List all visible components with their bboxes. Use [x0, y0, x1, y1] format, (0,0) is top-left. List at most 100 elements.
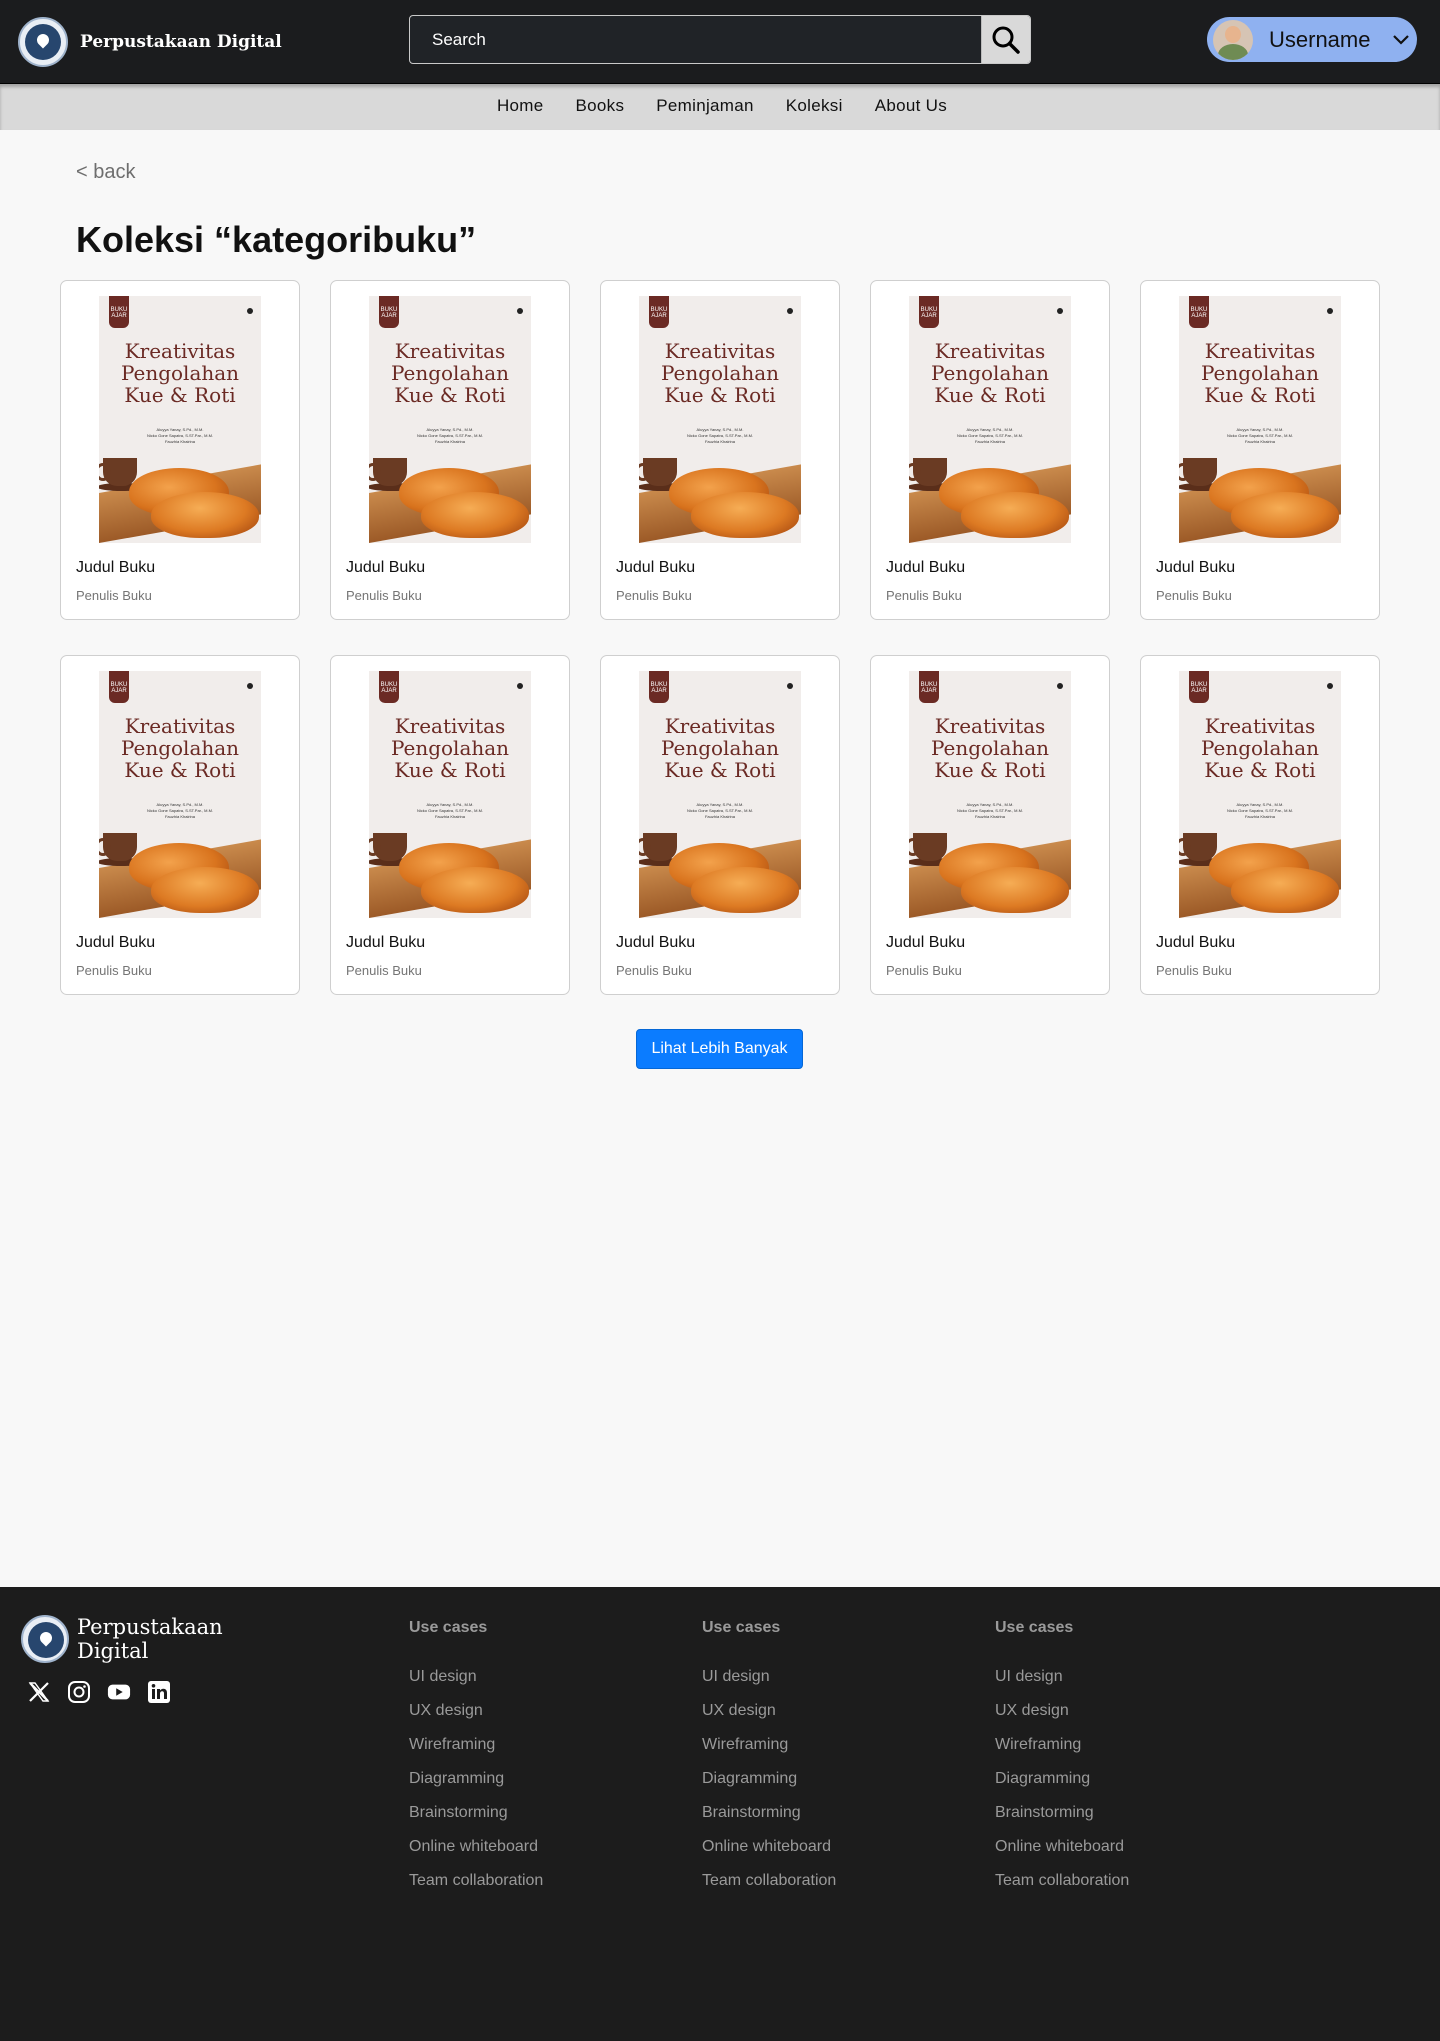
book-cover-image: BUKU AJAR Kreativitas Pengolahan Kue & Ro… [639, 671, 801, 918]
footer-link[interactable]: Team collaboration [702, 1872, 836, 1906]
search-button[interactable] [981, 16, 1030, 63]
nav-books[interactable]: Books [576, 96, 625, 116]
book-card[interactable]: BUKU AJAR Kreativitas Pengolahan Kue & Ro… [1140, 280, 1380, 620]
book-title: Judul Buku [616, 934, 696, 951]
footer-link[interactable]: Wireframing [995, 1736, 1129, 1770]
cover-authors: Aluyya Yanay, S.Pd., M.M. Nicko Gone Sap… [686, 802, 754, 819]
footer-link[interactable]: UX design [995, 1702, 1129, 1736]
footer-link[interactable]: Wireframing [409, 1736, 543, 1770]
book-title: Judul Buku [76, 559, 156, 576]
book-title: Judul Buku [1156, 559, 1236, 576]
book-title: Judul Buku [886, 559, 966, 576]
social-links [27, 1680, 171, 1704]
footer-column-2: Use cases UI design UX design Wireframin… [702, 1619, 836, 1906]
book-title: Judul Buku [616, 559, 696, 576]
footer-link[interactable]: Brainstorming [702, 1804, 836, 1838]
book-cover-image: BUKU AJAR Kreativitas Pengolahan Kue & Ro… [99, 296, 261, 543]
book-title: Judul Buku [346, 934, 426, 951]
publisher-mark-icon [787, 683, 793, 689]
book-card[interactable]: BUKU AJAR Kreativitas Pengolahan Kue & Ro… [60, 655, 300, 995]
library-emblem-icon [21, 1615, 69, 1663]
cover-authors: Aluyya Yanay, S.Pd., M.M. Nicko Gone Sap… [1226, 427, 1294, 444]
publisher-mark-icon [517, 683, 523, 689]
footer-link[interactable]: Brainstorming [409, 1804, 543, 1838]
publisher-mark-icon [787, 308, 793, 314]
cover-title: Kreativitas Pengolahan Kue & Roti [120, 714, 240, 782]
cover-title: Kreativitas Pengolahan Kue & Roti [930, 714, 1050, 782]
footer-link[interactable]: UI design [995, 1668, 1129, 1702]
book-card[interactable]: BUKU AJAR Kreativitas Pengolahan Kue & Ro… [330, 280, 570, 620]
bread-photo [1179, 446, 1341, 543]
book-card[interactable]: BUKU AJAR Kreativitas Pengolahan Kue & Ro… [600, 655, 840, 995]
brand-logo[interactable]: Perpustakaan Digital [18, 17, 282, 67]
book-card[interactable]: BUKU AJAR Kreativitas Pengolahan Kue & Ro… [60, 280, 300, 620]
footer-column-heading: Use cases [409, 1619, 488, 1636]
book-card[interactable]: BUKU AJAR Kreativitas Pengolahan Kue & Ro… [330, 655, 570, 995]
footer-link[interactable]: Diagramming [995, 1770, 1129, 1804]
main-nav: Home Books Peminjaman Koleksi About Us [0, 84, 1440, 130]
book-card[interactable]: BUKU AJAR Kreativitas Pengolahan Kue & Ro… [870, 655, 1110, 995]
book-author: Penulis Buku [616, 963, 692, 978]
nav-koleksi[interactable]: Koleksi [786, 96, 843, 116]
footer-link[interactable]: UX design [409, 1702, 543, 1736]
footer-link[interactable]: UI design [409, 1668, 543, 1702]
footer-link[interactable]: Diagramming [409, 1770, 543, 1804]
cover-authors: Aluyya Yanay, S.Pd., M.M. Nicko Gone Sap… [956, 427, 1024, 444]
book-author: Penulis Buku [1156, 588, 1232, 603]
bread-photo [369, 821, 531, 918]
book-card[interactable]: BUKU AJAR Kreativitas Pengolahan Kue & Ro… [600, 280, 840, 620]
footer-link[interactable]: Team collaboration [409, 1872, 543, 1906]
footer-link[interactable]: Online whiteboard [995, 1838, 1129, 1872]
footer-column-heading: Use cases [702, 1619, 781, 1636]
cover-title: Kreativitas Pengolahan Kue & Roti [120, 339, 240, 407]
cover-authors: Aluyya Yanay, S.Pd., M.M. Nicko Gone Sap… [1226, 802, 1294, 819]
cover-title: Kreativitas Pengolahan Kue & Roti [390, 714, 510, 782]
bread-photo [369, 446, 531, 543]
cover-tag: BUKU AJAR [919, 296, 939, 328]
cover-tag: BUKU AJAR [1189, 296, 1209, 328]
username-label: Username [1269, 26, 1371, 52]
cover-title: Kreativitas Pengolahan Kue & Roti [930, 339, 1050, 407]
x-icon[interactable] [27, 1680, 51, 1704]
bread-photo [639, 446, 801, 543]
nav-home[interactable]: Home [497, 96, 544, 116]
back-link[interactable]: < back [76, 161, 135, 184]
cover-title: Kreativitas Pengolahan Kue & Roti [1200, 339, 1320, 407]
footer-brand-line2: Digital [77, 1639, 149, 1663]
footer-logo[interactable]: Perpustakaan Digital [21, 1615, 223, 1663]
bread-photo [909, 446, 1071, 543]
search-icon [992, 26, 1020, 54]
footer-link[interactable]: Wireframing [702, 1736, 836, 1770]
book-author: Penulis Buku [1156, 963, 1232, 978]
book-author: Penulis Buku [616, 588, 692, 603]
footer-link[interactable]: Diagramming [702, 1770, 836, 1804]
footer-link[interactable]: UX design [702, 1702, 836, 1736]
footer-link[interactable]: UI design [702, 1668, 836, 1702]
load-more-button[interactable]: Lihat Lebih Banyak [636, 1029, 803, 1069]
footer-link[interactable]: Brainstorming [995, 1804, 1129, 1838]
footer-link[interactable]: Online whiteboard [409, 1838, 543, 1872]
book-card[interactable]: BUKU AJAR Kreativitas Pengolahan Kue & Ro… [1140, 655, 1380, 995]
user-menu[interactable]: Username [1207, 17, 1417, 62]
youtube-icon[interactable] [107, 1680, 131, 1704]
book-cover-image: BUKU AJAR Kreativitas Pengolahan Kue & Ro… [909, 671, 1071, 918]
book-cover-image: BUKU AJAR Kreativitas Pengolahan Kue & Ro… [369, 296, 531, 543]
nav-peminjaman[interactable]: Peminjaman [656, 96, 754, 116]
book-title: Judul Buku [886, 934, 966, 951]
book-author: Penulis Buku [76, 963, 152, 978]
footer-column-1: Use cases UI design UX design Wireframin… [409, 1619, 543, 1906]
search-input[interactable] [410, 16, 982, 63]
chevron-down-icon [1393, 34, 1410, 45]
book-author: Penulis Buku [346, 588, 422, 603]
instagram-icon[interactable] [67, 1680, 91, 1704]
book-cover-image: BUKU AJAR Kreativitas Pengolahan Kue & Ro… [639, 296, 801, 543]
linkedin-icon[interactable] [147, 1680, 171, 1704]
nav-about-us[interactable]: About Us [875, 96, 947, 116]
book-card[interactable]: BUKU AJAR Kreativitas Pengolahan Kue & Ro… [870, 280, 1110, 620]
book-author: Penulis Buku [886, 963, 962, 978]
footer-link[interactable]: Team collaboration [995, 1872, 1129, 1906]
publisher-mark-icon [1057, 683, 1063, 689]
publisher-mark-icon [1057, 308, 1063, 314]
page-title: Koleksi “kategoribuku” [76, 219, 477, 260]
footer-link[interactable]: Online whiteboard [702, 1838, 836, 1872]
